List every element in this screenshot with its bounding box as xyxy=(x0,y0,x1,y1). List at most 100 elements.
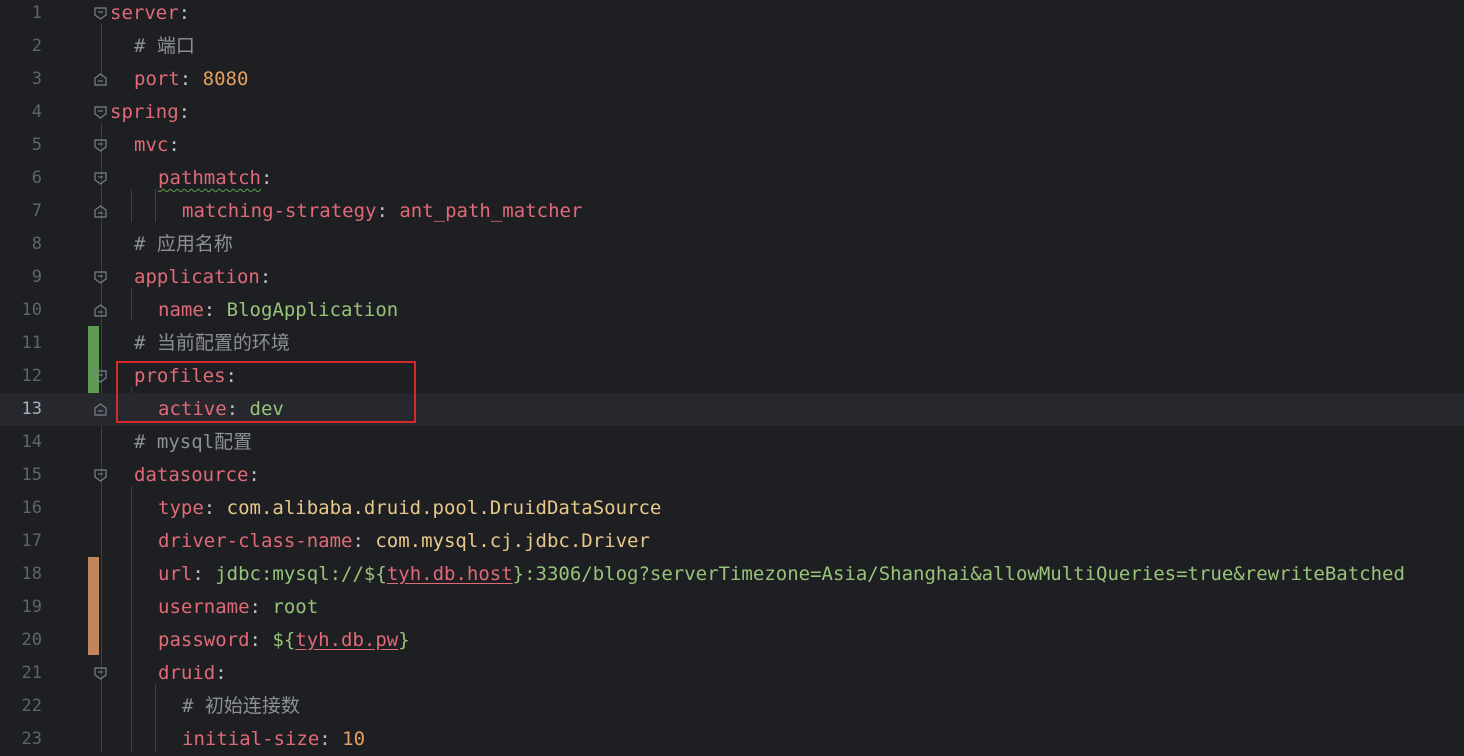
code-line[interactable]: 5 mvc: xyxy=(0,129,1464,162)
code-line[interactable]: 20 password: ${tyh.db.pw} xyxy=(0,624,1464,657)
code-editor[interactable]: 1 server: 2 # 端口 3 port: 8080 4 spring: … xyxy=(0,0,1464,753)
code-line[interactable]: 15 datasource: xyxy=(0,459,1464,492)
colon: : xyxy=(376,200,400,222)
fold-start-icon[interactable] xyxy=(94,172,107,185)
code-line[interactable]: 14 # mysql配置 xyxy=(0,426,1464,459)
yaml-key: initial-size xyxy=(182,728,320,750)
line-number: 21 xyxy=(21,663,42,683)
line-number: 6 xyxy=(31,168,42,188)
line-number: 8 xyxy=(31,234,42,254)
code-line[interactable]: 4 spring: xyxy=(0,96,1464,129)
fold-start-icon[interactable] xyxy=(94,7,107,20)
code-line[interactable]: 17 driver-class-name: com.mysql.cj.jdbc.… xyxy=(0,525,1464,558)
yaml-value: 8080 xyxy=(202,68,249,90)
code-line[interactable]: 23 initial-size: 10 xyxy=(0,723,1464,756)
property-reference[interactable]: tyh.db.pw xyxy=(295,629,398,651)
colon: : xyxy=(215,662,227,684)
line-number: 13 xyxy=(21,399,42,419)
yaml-key: driver-class-name xyxy=(158,530,353,552)
code-line[interactable]: 9 application: xyxy=(0,261,1464,294)
code-line[interactable]: 2 # 端口 xyxy=(0,30,1464,63)
yaml-key: url xyxy=(158,563,193,585)
colon: : xyxy=(319,728,343,750)
fold-end-icon[interactable] xyxy=(94,73,107,86)
line-number: 9 xyxy=(31,267,42,287)
yaml-key: mvc xyxy=(134,134,169,156)
colon: : xyxy=(260,167,273,189)
yaml-key: name xyxy=(158,299,204,321)
colon: : xyxy=(168,134,180,156)
colon: : xyxy=(249,596,273,618)
line-number: 12 xyxy=(21,366,42,386)
line-number: 3 xyxy=(31,69,42,89)
line-number: 18 xyxy=(21,564,42,584)
fold-start-icon[interactable] xyxy=(94,139,107,152)
yaml-key: password xyxy=(158,629,250,651)
yaml-comment: # 端口 xyxy=(134,35,195,57)
colon: : xyxy=(178,2,191,24)
fold-end-icon[interactable] xyxy=(94,304,107,317)
code-line[interactable]: 6 pathmatch: xyxy=(0,162,1464,195)
line-number: 7 xyxy=(31,201,42,221)
yaml-value-suffix: }:3306/blog?serverTimezone=Asia/Shanghai… xyxy=(512,563,1405,585)
yaml-value: com.mysql.cj.jdbc.Driver xyxy=(375,530,650,552)
code-line[interactable]: 3 port: 8080 xyxy=(0,63,1464,96)
code-line[interactable]: 21 druid: xyxy=(0,657,1464,690)
yaml-value: com.alibaba.druid.pool.DruidDataSource xyxy=(226,497,662,519)
yaml-key: port xyxy=(134,68,180,90)
fold-start-icon[interactable] xyxy=(94,469,107,482)
code-line[interactable]: 18 url: jdbc:mysql://${tyh.db.host}:3306… xyxy=(0,558,1464,591)
line-number: 22 xyxy=(21,696,42,716)
code-line[interactable]: 22 # 初始连接数 xyxy=(0,690,1464,723)
yaml-key: type xyxy=(158,497,204,519)
line-number: 19 xyxy=(21,597,42,617)
yaml-comment: # 初始连接数 xyxy=(182,695,300,717)
colon: : xyxy=(179,68,203,90)
yaml-comment: # 当前配置的环境 xyxy=(134,332,290,354)
yaml-key: druid xyxy=(158,662,216,684)
fold-start-icon[interactable] xyxy=(94,106,107,119)
fold-start-icon[interactable] xyxy=(94,370,107,383)
fold-end-icon[interactable] xyxy=(94,205,107,218)
yaml-value-prefix: jdbc:mysql://${ xyxy=(215,563,387,585)
code-line[interactable]: 16 type: com.alibaba.druid.pool.DruidDat… xyxy=(0,492,1464,525)
code-line[interactable]: 1 server: xyxy=(0,0,1464,30)
colon: : xyxy=(203,497,227,519)
yaml-value-suffix: } xyxy=(398,629,410,651)
fold-end-icon[interactable] xyxy=(94,403,107,416)
line-number: 20 xyxy=(21,630,42,650)
line-number: 1 xyxy=(31,3,42,23)
yaml-value: root xyxy=(272,596,319,618)
yaml-value: 10 xyxy=(342,728,366,750)
line-number: 14 xyxy=(21,432,42,452)
colon: : xyxy=(352,530,376,552)
yaml-key: datasource xyxy=(134,464,249,486)
code-line[interactable]: 8 # 应用名称 xyxy=(0,228,1464,261)
colon: : xyxy=(178,101,191,123)
colon: : xyxy=(249,629,273,651)
colon: : xyxy=(259,266,272,288)
line-number: 4 xyxy=(31,102,42,122)
fold-start-icon[interactable] xyxy=(94,271,107,284)
line-number: 2 xyxy=(31,36,42,56)
yaml-comment: # mysql配置 xyxy=(134,431,253,453)
colon: : xyxy=(248,464,260,486)
yaml-comment: # 应用名称 xyxy=(134,233,233,255)
line-number: 11 xyxy=(21,333,42,353)
line-number: 10 xyxy=(21,300,42,320)
property-reference[interactable]: tyh.db.host xyxy=(387,563,513,585)
code-line[interactable]: 19 username: root xyxy=(0,591,1464,624)
yaml-value: BlogApplication xyxy=(226,299,399,321)
yaml-key: pathmatch xyxy=(158,167,261,189)
line-number: 5 xyxy=(31,135,42,155)
line-number: 23 xyxy=(21,729,42,749)
yaml-value: ant_path_matcher xyxy=(399,200,583,222)
line-number: 17 xyxy=(21,531,42,551)
code-line[interactable]: 11 # 当前配置的环境 xyxy=(0,327,1464,360)
code-line[interactable]: 7 matching-strategy: ant_path_matcher xyxy=(0,195,1464,228)
yaml-key: spring xyxy=(110,101,179,123)
code-line[interactable]: 10 name: BlogApplication xyxy=(0,294,1464,327)
yaml-key: application xyxy=(134,266,260,288)
yaml-key: matching-strategy xyxy=(182,200,377,222)
fold-start-icon[interactable] xyxy=(94,667,107,680)
